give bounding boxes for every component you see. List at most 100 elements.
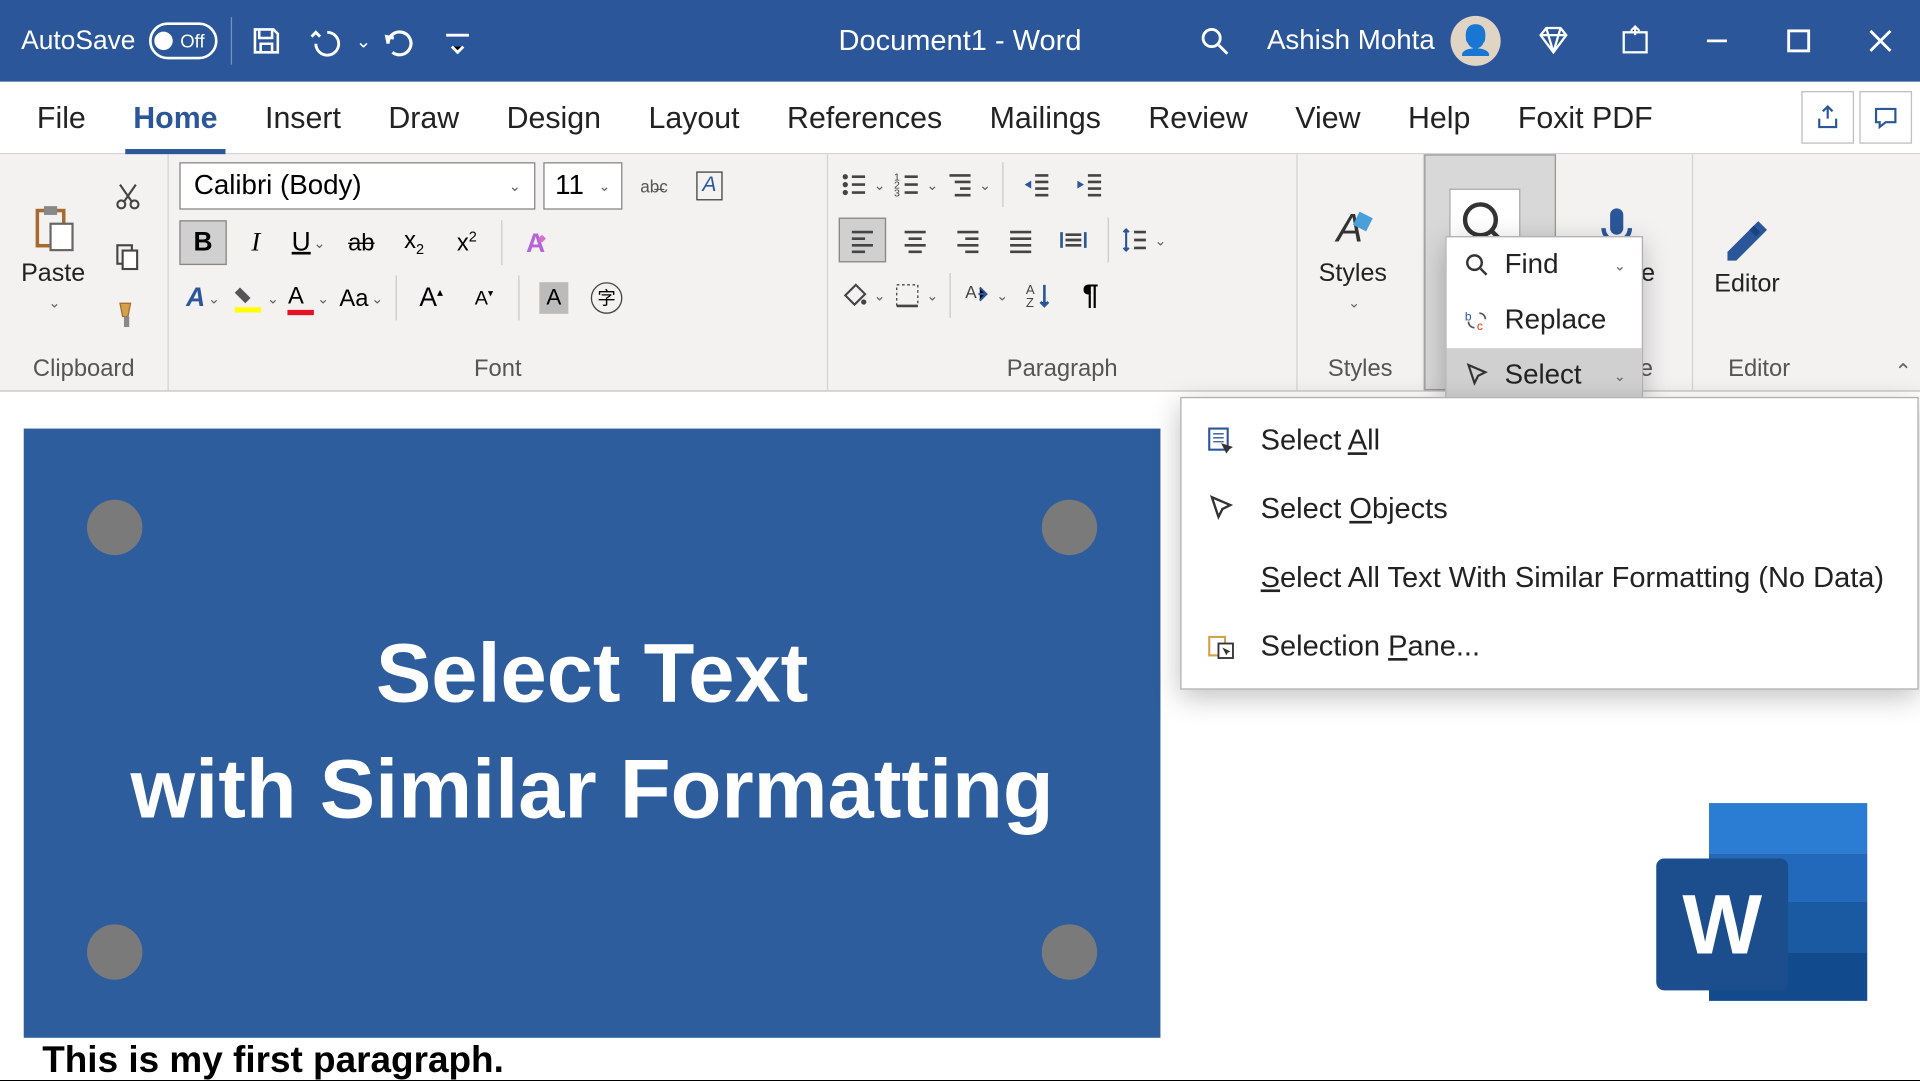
tab-references[interactable]: References — [763, 82, 966, 153]
text-effects-button[interactable]: A — [513, 220, 560, 265]
text-fill-button[interactable]: A⌄ — [179, 276, 226, 321]
subscript-button[interactable]: x2 — [390, 220, 437, 265]
tab-file[interactable]: File — [13, 82, 109, 153]
align-right-icon — [952, 224, 984, 256]
char-shading-button[interactable]: A — [530, 276, 577, 321]
find-menu-item[interactable]: Find ⌄ — [1447, 237, 1642, 292]
italic-button[interactable]: I — [232, 220, 279, 265]
shading-button[interactable]: ⌄ — [839, 273, 886, 318]
body-paragraph[interactable]: This is my first paragraph. — [42, 1039, 504, 1081]
change-case-button[interactable]: Aa⌄ — [338, 276, 385, 321]
justify-button[interactable] — [997, 218, 1044, 263]
svg-text:c: c — [1477, 319, 1483, 333]
minimize-button[interactable] — [1688, 12, 1746, 70]
font-color-button[interactable]: A⌄ — [285, 276, 332, 321]
tab-foxit[interactable]: Foxit PDF — [1494, 82, 1676, 153]
group-label: Editor — [1704, 349, 1815, 390]
maximize-button[interactable] — [1770, 12, 1828, 70]
format-painter-button[interactable] — [104, 293, 151, 338]
select-menu-item[interactable]: Select ⌄ — [1447, 348, 1642, 403]
tab-layout[interactable]: Layout — [625, 82, 764, 153]
bullets-button[interactable]: ⌄ — [839, 162, 886, 207]
tab-design[interactable]: Design — [483, 82, 625, 153]
separator — [230, 17, 231, 64]
align-left-button[interactable] — [839, 218, 886, 263]
group-label: Paragraph — [839, 349, 1286, 390]
select-similar-item[interactable]: Select All Text With Similar Formatting … — [1182, 543, 1918, 612]
bullets-icon — [839, 169, 871, 201]
tab-draw[interactable]: Draw — [365, 82, 483, 153]
chevron-down-icon: ⌄ — [509, 177, 521, 194]
tab-view[interactable]: View — [1272, 82, 1385, 153]
paste-button[interactable]: Paste ⌄ — [11, 162, 96, 349]
align-right-button[interactable] — [944, 218, 991, 263]
enclose-char-button[interactable]: 字 — [583, 276, 630, 321]
toggle-switch[interactable]: Off — [149, 22, 218, 59]
replace-menu-item[interactable]: bc Replace — [1447, 293, 1642, 348]
redo-button[interactable] — [371, 12, 429, 70]
premium-button[interactable] — [1524, 12, 1582, 70]
chevron-down-icon: ⌄ — [1154, 231, 1166, 248]
ribbon-tabs: File Home Insert Draw Design Layout Refe… — [0, 82, 1920, 155]
align-center-button[interactable] — [891, 218, 938, 263]
tab-home[interactable]: Home — [110, 82, 242, 153]
text-direction-button[interactable]: A⌄ — [961, 273, 1008, 318]
borders-button[interactable]: ⌄ — [891, 273, 938, 318]
superscript-button[interactable]: x2 — [443, 220, 490, 265]
align-left-icon — [847, 224, 879, 256]
styles-button[interactable]: A Styles ⌄ — [1308, 162, 1397, 349]
select-all-item[interactable]: Select All — [1182, 406, 1918, 475]
search-icon — [1462, 251, 1491, 280]
outdent-button[interactable] — [1014, 162, 1061, 207]
qat-customize[interactable] — [429, 12, 487, 70]
bold-button[interactable]: B — [179, 220, 226, 265]
character-border-button[interactable]: A — [686, 164, 733, 209]
shrink-font-button[interactable]: A▾ — [460, 276, 507, 321]
char-border-icon: A — [696, 171, 723, 200]
chevron-down-icon: ⌄ — [996, 287, 1008, 304]
replace-icon: bc — [1462, 306, 1491, 335]
replace-label: Replace — [1505, 305, 1607, 337]
cursor-icon — [1462, 361, 1491, 390]
close-button[interactable] — [1851, 12, 1909, 70]
show-marks-button[interactable]: ¶ — [1067, 273, 1114, 318]
group-label: Clipboard — [11, 349, 157, 390]
user-account[interactable]: Ashish Mohta 👤 — [1267, 16, 1501, 66]
group-label: Font — [179, 349, 816, 390]
selection-pane-item[interactable]: Selection Pane... — [1182, 612, 1918, 681]
font-size-select[interactable]: 11⌄ — [543, 162, 622, 209]
chevron-down-icon: ⌄ — [208, 289, 220, 306]
app-mode-button[interactable] — [1606, 12, 1664, 70]
comments-button[interactable] — [1859, 91, 1912, 144]
undo-button[interactable] — [295, 12, 353, 70]
tab-review[interactable]: Review — [1125, 82, 1272, 153]
distributed-button[interactable] — [1050, 218, 1097, 263]
tab-insert[interactable]: Insert — [241, 82, 364, 153]
numbering-button[interactable]: 123⌄ — [891, 162, 938, 207]
corner-handle — [87, 500, 142, 555]
underline-button[interactable]: U⌄ — [285, 220, 332, 265]
document-shape[interactable]: Select Text with Similar Formatting — [24, 429, 1161, 1038]
font-name-select[interactable]: Calibri (Body)⌄ — [179, 162, 535, 209]
autosave-toggle[interactable]: AutoSave Off — [0, 22, 225, 59]
undo-dropdown[interactable]: ⌄ — [356, 30, 371, 52]
tab-mailings[interactable]: Mailings — [966, 82, 1125, 153]
search-button[interactable] — [1185, 12, 1243, 70]
editor-button[interactable]: Editor — [1704, 162, 1791, 349]
select-objects-item[interactable]: Select Objects — [1182, 475, 1918, 544]
strikethrough-button[interactable]: ab — [338, 220, 385, 265]
multilevel-button[interactable]: ⌄ — [944, 162, 991, 207]
copy-button[interactable] — [104, 233, 151, 278]
line-spacing-button[interactable]: ⌄ — [1120, 218, 1167, 263]
save-button[interactable] — [237, 12, 295, 70]
collapse-ribbon-button[interactable]: ⌃ — [1894, 359, 1912, 385]
tab-help[interactable]: Help — [1384, 82, 1494, 153]
highlight-button[interactable]: ⌄ — [232, 276, 279, 321]
chevron-down-icon: ⌄ — [926, 176, 938, 193]
share-button[interactable] — [1801, 91, 1854, 144]
indent-button[interactable] — [1067, 162, 1114, 207]
clear-formatting-button[interactable]: ab̶c — [630, 164, 677, 209]
sort-button[interactable]: AZ — [1014, 273, 1061, 318]
grow-font-button[interactable]: A▴ — [407, 276, 454, 321]
cut-button[interactable] — [104, 174, 151, 219]
